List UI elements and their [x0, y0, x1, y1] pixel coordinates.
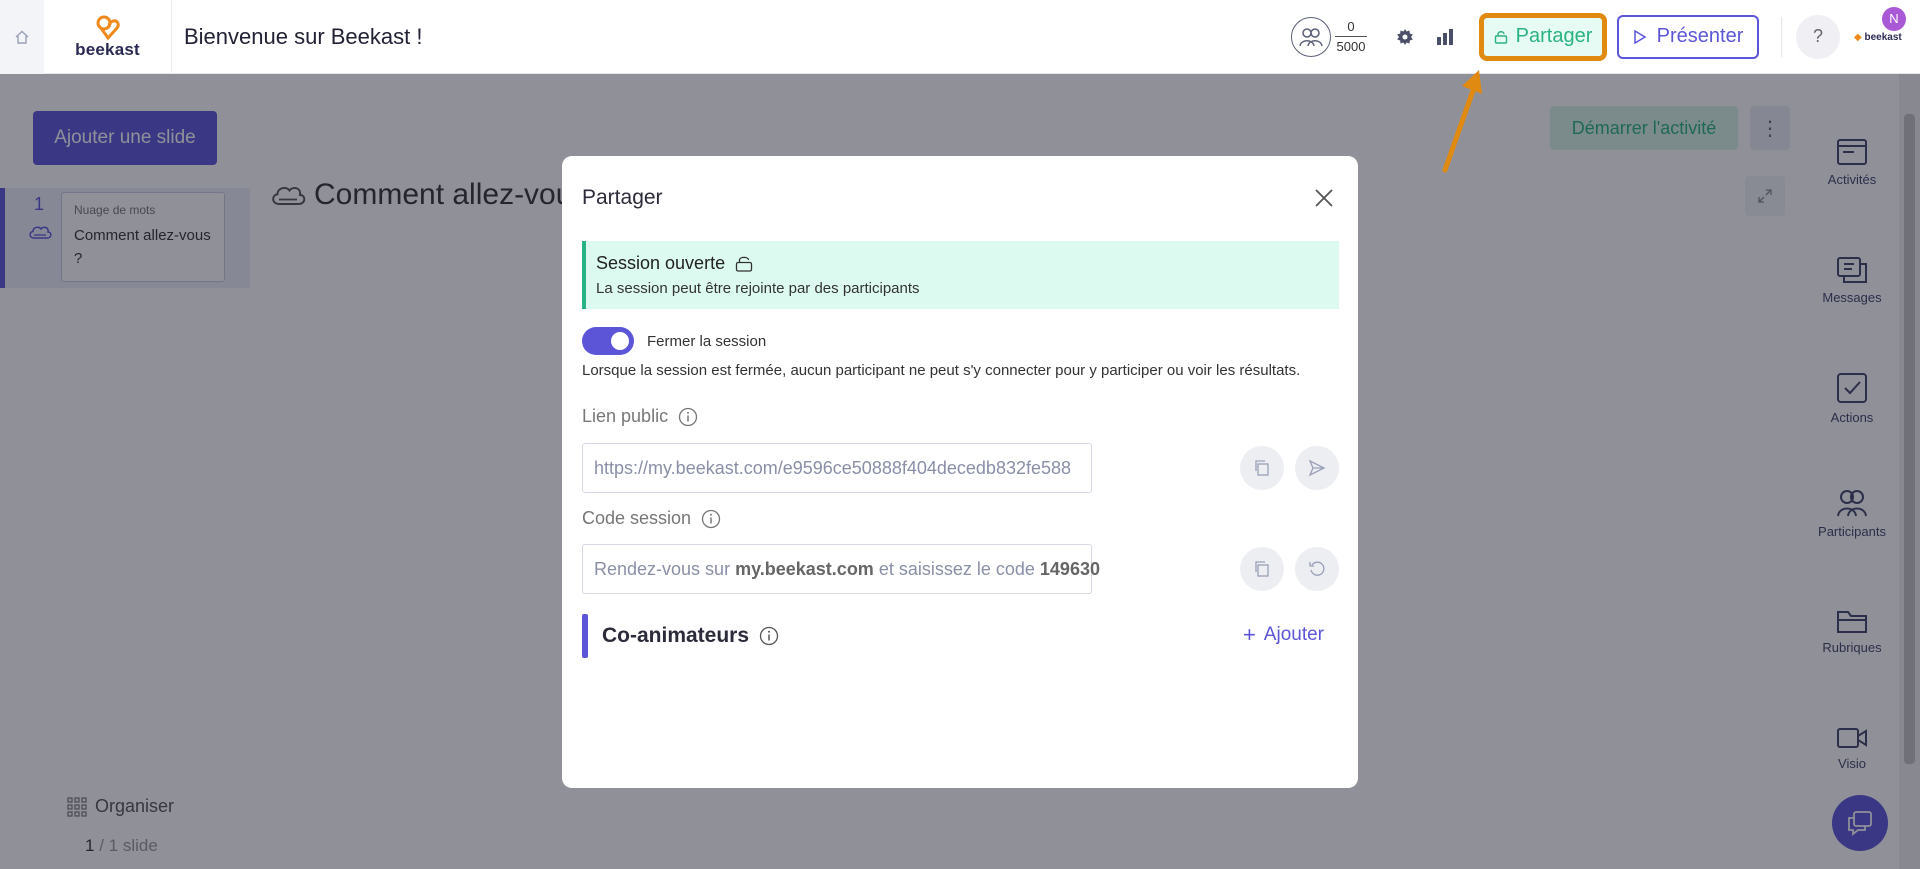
- toggle-description: Lorsque la session est fermée, aucun par…: [582, 362, 1301, 379]
- participant-max: 5000: [1336, 39, 1366, 54]
- top-bar: beekast Bienvenue sur Beekast ! 0 5000 P…: [0, 0, 1920, 74]
- copy-code-button[interactable]: [1240, 547, 1284, 591]
- play-icon: [1633, 29, 1647, 44]
- close-button[interactable]: [1310, 184, 1338, 212]
- info-icon[interactable]: [678, 407, 698, 427]
- participant-counter[interactable]: 0 5000: [1291, 16, 1367, 57]
- send-link-button[interactable]: [1295, 446, 1339, 490]
- share-button[interactable]: Partager: [1479, 12, 1607, 61]
- user-menu[interactable]: N ◆ beekast: [1854, 0, 1920, 74]
- session-status-desc: La session peut être rejointe par des pa…: [596, 280, 920, 297]
- info-icon[interactable]: [759, 626, 779, 646]
- send-icon: [1308, 459, 1326, 477]
- copy-link-button[interactable]: [1240, 446, 1284, 490]
- close-icon: [1315, 189, 1333, 207]
- session-site: my.beekast.com: [735, 558, 874, 579]
- session-status-banner: Session ouverte La session peut être rej…: [582, 241, 1339, 309]
- share-button-label: Partager: [1515, 25, 1593, 47]
- refresh-icon: [1309, 561, 1325, 576]
- lock-open-icon: [735, 256, 753, 272]
- session-code-label: Code session: [582, 508, 721, 529]
- mini-brand-logo: ◆ beekast: [1854, 31, 1902, 43]
- bar-chart-icon: [1437, 28, 1453, 45]
- public-link-field[interactable]: https://my.beekast.com/e9596ce50888f404d…: [582, 443, 1092, 493]
- settings-button[interactable]: [1385, 17, 1425, 57]
- home-button[interactable]: [0, 0, 44, 74]
- toggle-label: Fermer la session: [647, 332, 767, 350]
- participants-icon: [1291, 16, 1331, 57]
- copy-icon: [1255, 460, 1269, 476]
- beekast-logo[interactable]: beekast: [44, 0, 172, 74]
- close-session-toggle[interactable]: [582, 327, 634, 355]
- participant-count: 0: [1347, 19, 1355, 34]
- regenerate-code-button[interactable]: [1295, 547, 1339, 591]
- divider: [1781, 16, 1782, 57]
- add-co-host-button[interactable]: + Ajouter: [1243, 624, 1324, 646]
- session-code-field[interactable]: Rendez-vous sur my.beekast.com et saisis…: [582, 544, 1100, 594]
- home-icon: [15, 30, 29, 44]
- section-accent-bar: [582, 614, 588, 658]
- annotation-arrow-icon: [1442, 70, 1482, 173]
- co-hosts-title: Co-animateurs: [602, 624, 779, 648]
- share-dialog: Partager Session ouverte La session peut…: [562, 156, 1358, 788]
- session-status-title: Session ouverte: [596, 253, 726, 273]
- avatar: N: [1882, 6, 1906, 31]
- present-button[interactable]: Présenter: [1617, 14, 1759, 59]
- info-icon[interactable]: [701, 509, 721, 529]
- beekast-logo-icon: [96, 15, 120, 40]
- results-button[interactable]: [1425, 17, 1465, 57]
- lock-open-icon: [1494, 30, 1507, 44]
- session-code: 149630: [1039, 558, 1100, 579]
- gear-icon: [1397, 28, 1413, 45]
- dialog-title: Partager: [582, 186, 663, 209]
- public-link-label: Lien public: [582, 406, 698, 427]
- copy-icon: [1255, 561, 1269, 577]
- page-title: Bienvenue sur Beekast !: [184, 23, 423, 49]
- plus-icon: +: [1242, 622, 1256, 647]
- toggle-knob: [611, 332, 629, 350]
- help-button[interactable]: ?: [1796, 14, 1840, 59]
- present-button-label: Présenter: [1656, 25, 1744, 47]
- beekast-logo-text: beekast: [75, 39, 140, 59]
